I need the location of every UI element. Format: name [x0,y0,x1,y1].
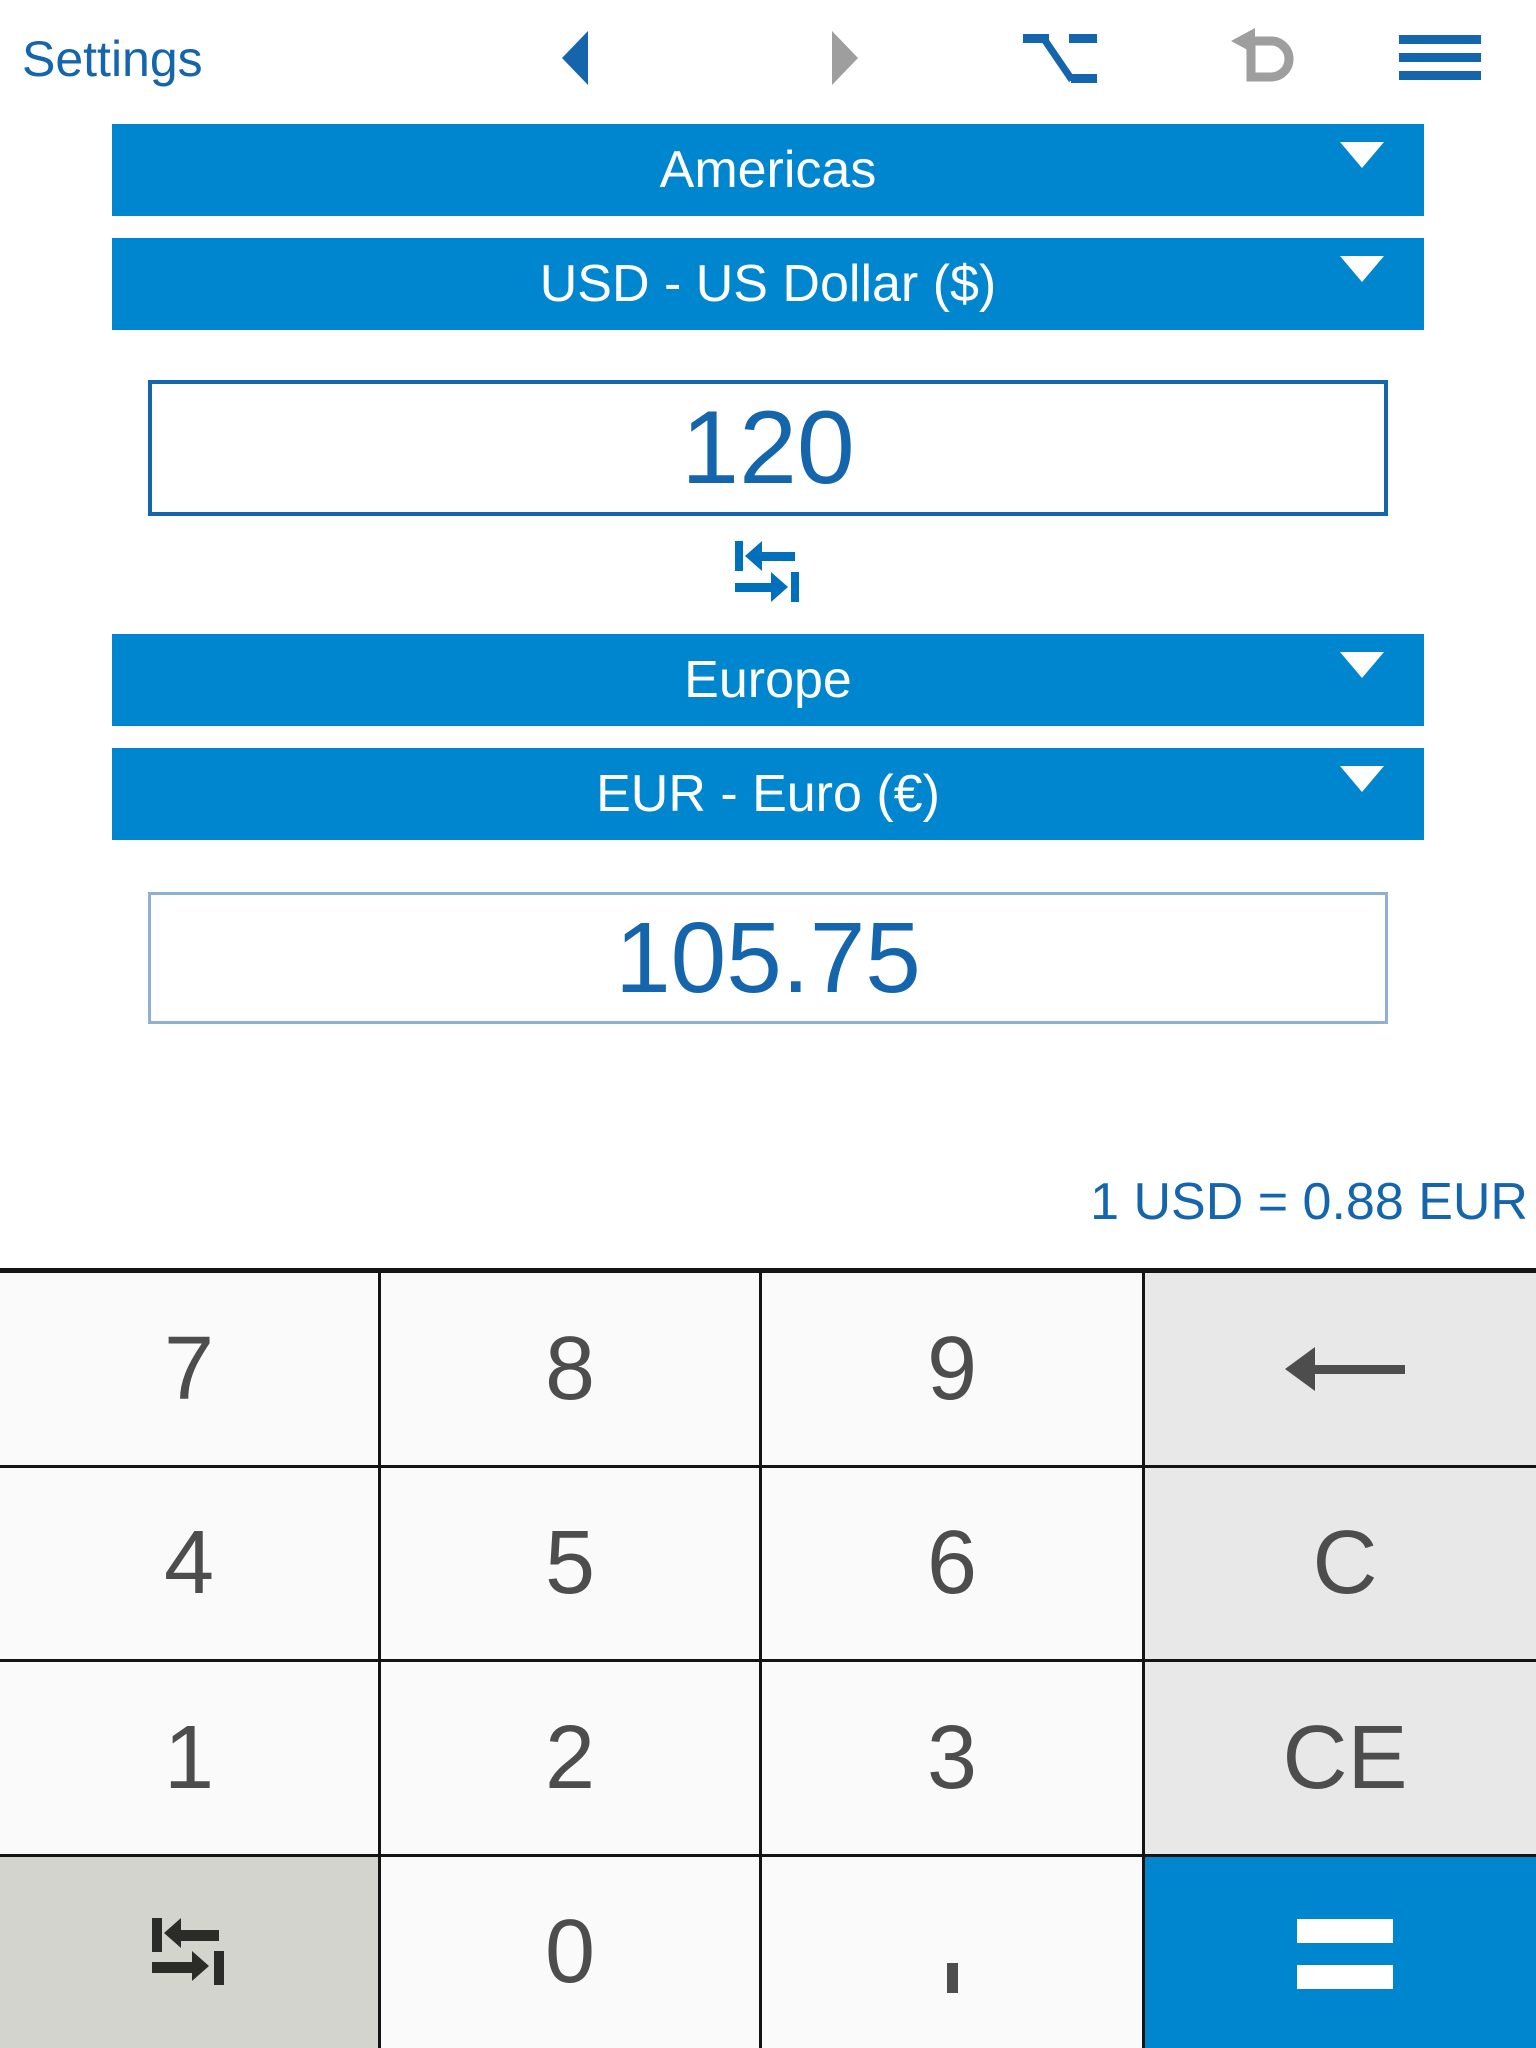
key-4[interactable]: 4 [0,1467,378,1659]
to-region-label: Europe [684,651,852,709]
chevron-down-icon [1340,766,1384,792]
currency-converter-app: Settings Americas USD - US Dollar ($) 12… [0,0,1536,2048]
key-9-label: 9 [926,1318,978,1419]
hamburger-menu-icon [1399,35,1481,81]
triangle-right-icon [832,31,858,85]
undo-arrow-icon [1231,28,1294,82]
key-clear-entry[interactable]: CE [1145,1662,1536,1854]
to-currency-label: EUR - Euro (€) [596,765,940,823]
to-amount-value: 105.75 [615,902,921,1014]
to-region-dropdown[interactable]: Europe [112,634,1424,726]
option-key-icon [1023,34,1097,83]
key-7-label: 7 [163,1318,215,1419]
key-2-label: 2 [544,1707,596,1808]
decimal-point-glyph [946,1963,958,1994]
key-5[interactable]: 5 [381,1467,759,1659]
key-8-label: 8 [544,1318,596,1419]
key-decimal[interactable] [762,1856,1142,2048]
app-header: Settings [0,0,1536,118]
next-button[interactable] [810,22,880,94]
key-9[interactable]: 9 [762,1273,1142,1465]
from-amount-value: 120 [681,390,855,506]
from-amount-input[interactable]: 120 [148,380,1388,516]
key-4-label: 4 [163,1513,215,1614]
undo-button[interactable] [1225,18,1305,98]
to-currency-dropdown[interactable]: EUR - Euro (€) [112,748,1424,840]
from-region-dropdown[interactable]: Americas [112,124,1424,216]
option-key-button[interactable] [1020,22,1100,94]
chevron-down-icon [1340,142,1384,168]
key-0-label: 0 [544,1902,596,2003]
key-8[interactable]: 8 [381,1273,759,1465]
key-1-label: 1 [163,1707,215,1808]
chevron-down-icon [1340,256,1384,282]
key-6[interactable]: 6 [762,1467,1142,1659]
menu-button[interactable] [1395,26,1485,90]
key-5-label: 5 [544,1513,596,1614]
key-2[interactable]: 2 [381,1662,759,1854]
exchange-rate-text: 1 USD = 0.88 EUR [1090,1173,1528,1231]
key-7[interactable]: 7 [0,1273,378,1465]
settings-link[interactable]: Settings [22,34,203,84]
key-backspace[interactable] [1145,1273,1536,1465]
equals-sign-icon [1297,1909,1393,1995]
key-equals[interactable] [1145,1856,1536,2048]
from-region-label: Americas [659,141,877,199]
prev-button[interactable] [540,22,610,94]
to-amount-output[interactable]: 105.75 [148,892,1388,1024]
from-currency-label: USD - US Dollar ($) [539,255,997,313]
chevron-down-icon [1340,652,1384,678]
from-currency-dropdown[interactable]: USD - US Dollar ($) [112,238,1424,330]
key-3-label: 3 [926,1707,978,1808]
key-clear-label: C [1312,1513,1378,1614]
key-0[interactable]: 0 [381,1856,759,2048]
key-3[interactable]: 3 [762,1662,1142,1854]
key-6-label: 6 [926,1513,978,1614]
key-clear-entry-label: CE [1282,1707,1408,1808]
swap-currencies-button[interactable] [727,537,809,613]
key-swap[interactable] [0,1856,378,2048]
numeric-keypad: 7 8 9 4 5 6 C 1 2 3 CE 0 [0,1268,1536,2048]
triangle-left-icon [562,31,588,85]
backspace-arrow-icon [1285,1339,1405,1399]
swap-arrows-icon [144,1912,234,1992]
key-1[interactable]: 1 [0,1662,378,1854]
key-clear[interactable]: C [1145,1467,1536,1659]
